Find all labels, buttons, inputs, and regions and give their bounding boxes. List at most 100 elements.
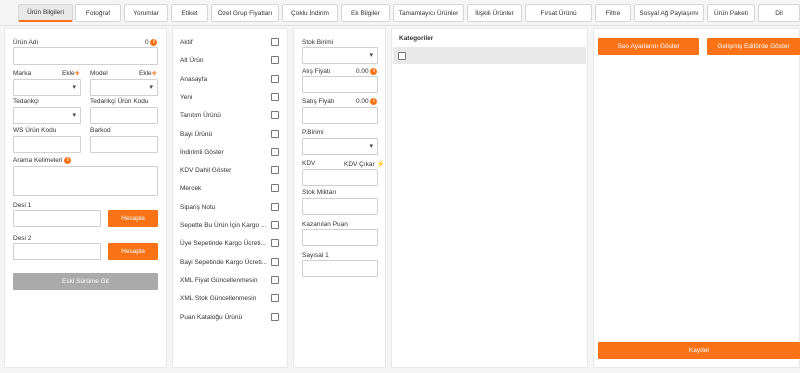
tab-etiket[interactable]: Etiket <box>171 4 208 22</box>
option-label: Yeni <box>180 94 193 101</box>
option-checkbox[interactable] <box>271 221 279 229</box>
option-checkbox[interactable] <box>271 184 279 192</box>
info-icon: i <box>64 157 72 164</box>
option-label: XML Stok Güncellenmesin <box>180 295 257 302</box>
bolt-icon: ⚡ <box>376 161 385 168</box>
option-label: Mercek <box>180 185 202 192</box>
categories-select-all-checkbox[interactable] <box>398 52 406 60</box>
option-label: Alt Ürün <box>180 57 204 64</box>
stok-birimi-label: Stok Birimi <box>302 39 334 46</box>
info-icon: i <box>370 68 378 75</box>
info-icon: i <box>370 98 378 105</box>
desi2-label: Desi 2 <box>13 235 32 242</box>
stok-miktari-input[interactable] <box>302 198 378 215</box>
ws-urun-kodu-input[interactable] <box>13 136 81 153</box>
stok-miktari-label: Stok Miktarı <box>302 189 337 196</box>
tab-ek-bilgiler[interactable]: Ek Bilgiler <box>341 4 390 22</box>
option-label: Sipariş Notu <box>180 204 216 211</box>
tab-urun-bilgileri[interactable]: Ürün Bilgileri <box>18 4 73 22</box>
marka-add-button[interactable]: Ekle+ <box>62 68 80 78</box>
tab-dil[interactable]: Dil <box>758 4 800 22</box>
option-checkbox[interactable] <box>271 258 279 266</box>
arama-kelimeleri-label: Arama Kelimeleri i <box>13 157 72 164</box>
option-checkbox[interactable] <box>271 130 279 138</box>
seo-ayarlari-button[interactable]: Seo Ayarlarını Göster <box>598 38 699 55</box>
option-checkbox[interactable] <box>271 313 279 321</box>
arama-kelimeleri-textarea[interactable] <box>13 166 158 196</box>
kdv-label: KDV <box>302 160 316 167</box>
kazanilan-puan-input[interactable] <box>302 229 378 246</box>
model-select[interactable] <box>90 79 158 96</box>
categories-panel <box>391 28 588 368</box>
actions-panel <box>593 28 800 368</box>
option-checkbox[interactable] <box>271 239 279 247</box>
option-label: İndirimli Göster <box>180 149 224 156</box>
satis-fiyati-input[interactable] <box>302 107 378 124</box>
eski-surume-git-button[interactable]: Eski Sürüme Git <box>13 273 158 290</box>
option-label: Üye Sepetinde Kargo Ücreti... <box>180 240 266 247</box>
option-checkbox[interactable] <box>271 203 279 211</box>
desi1-input[interactable] <box>13 210 101 227</box>
plus-icon: + <box>74 68 80 78</box>
satis-fiyati-label: Satış Fiyatı <box>302 98 335 105</box>
tab-bar: Ürün Bilgileri Fotoğraf Yorumlar Etiket … <box>0 0 800 26</box>
tab-tamamlayici-urunler[interactable]: Tamamlayıcı Ürünler <box>393 4 464 22</box>
hesapla-button-2[interactable]: Hesapla <box>108 243 158 260</box>
tab-filtre[interactable]: Filtre <box>595 4 631 22</box>
kazanilan-puan-label: Kazanılan Puan <box>302 221 348 228</box>
option-checkbox[interactable] <box>271 276 279 284</box>
tab-coklu-indirim[interactable]: Çoklu İndirim <box>282 4 338 22</box>
satis-fiyati-value: 0.00 i <box>356 98 378 105</box>
option-label: Aktif <box>180 39 193 46</box>
tab-firsat-urunu[interactable]: Fırsat Ürünü <box>525 4 592 22</box>
tedarikci-urun-kodu-input[interactable] <box>90 107 158 124</box>
option-checkbox[interactable] <box>271 56 279 64</box>
tab-yorumlar[interactable]: Yorumlar <box>124 4 168 22</box>
urun-adi-label: Ürün Adı <box>13 39 39 46</box>
option-checkbox[interactable] <box>271 294 279 302</box>
option-checkbox[interactable] <box>271 93 279 101</box>
marka-label: Marka <box>13 70 32 77</box>
desi2-input[interactable] <box>13 243 101 260</box>
kdv-cikar-button[interactable]: KDV Çıkar ⚡ <box>344 160 385 168</box>
option-checkbox[interactable] <box>271 166 279 174</box>
option-label: Puan Kataloğu Ürünü <box>180 314 243 321</box>
kaydet-button[interactable]: Kaydet <box>598 342 800 359</box>
kdv-input[interactable] <box>302 169 378 186</box>
categories-title: Kategoriler <box>399 35 434 42</box>
urun-adi-input[interactable] <box>13 47 158 65</box>
p-birimi-select[interactable] <box>302 138 378 155</box>
option-label: Tanıtım Ürünü <box>180 112 221 119</box>
tab-sosyal-ag-paylasimi[interactable]: Sosyal Ağ Paylaşımı <box>634 4 704 22</box>
plus-icon: + <box>151 68 157 78</box>
categories-header-row <box>393 47 586 64</box>
option-checkbox[interactable] <box>271 75 279 83</box>
option-label: Bayi Sepetinde Kargo Ücreti... <box>180 259 268 266</box>
gelismis-editor-button[interactable]: Gelişmiş Editörde Göster <box>707 38 800 55</box>
ws-urun-kodu-label: WS Ürün Kodu <box>13 127 57 134</box>
option-checkbox[interactable] <box>271 148 279 156</box>
option-checkbox[interactable] <box>271 38 279 46</box>
stok-birimi-select[interactable] <box>302 47 378 64</box>
option-label: Anasayfa <box>180 76 208 83</box>
tedarikci-urun-kodu-label: Tedarikçi Ürün Kodu <box>90 98 149 105</box>
tab-ozel-grup-fiyatlari[interactable]: Özel Grup Fiyatları <box>211 4 279 22</box>
marka-select[interactable] <box>13 79 81 96</box>
p-birimi-label: P.Birimi <box>302 129 324 136</box>
tab-urun-paketi[interactable]: Ürün Paketi <box>707 4 755 22</box>
tedarikci-select[interactable] <box>13 107 81 124</box>
option-checkbox[interactable] <box>271 111 279 119</box>
option-label: XML Fiyat Güncellenmesin <box>180 277 258 284</box>
hesapla-button-1[interactable]: Hesapla <box>108 210 158 227</box>
option-label: Sepette Bu Ürün İçin Kargo ... <box>180 222 267 229</box>
desi1-label: Desi 1 <box>13 202 32 209</box>
alis-fiyati-input[interactable] <box>302 76 378 93</box>
tab-fotograf[interactable]: Fotoğraf <box>75 4 121 22</box>
model-add-button[interactable]: Ekle+ <box>139 68 157 78</box>
tab-iliskili-urunler[interactable]: İlişkili Ürünler <box>467 4 522 22</box>
sayisal1-input[interactable] <box>302 260 378 277</box>
barkod-label: Barkod <box>90 127 111 134</box>
option-label: Bayi Ürünü <box>180 131 213 138</box>
barkod-input[interactable] <box>90 136 158 153</box>
model-label: Model <box>90 70 108 77</box>
